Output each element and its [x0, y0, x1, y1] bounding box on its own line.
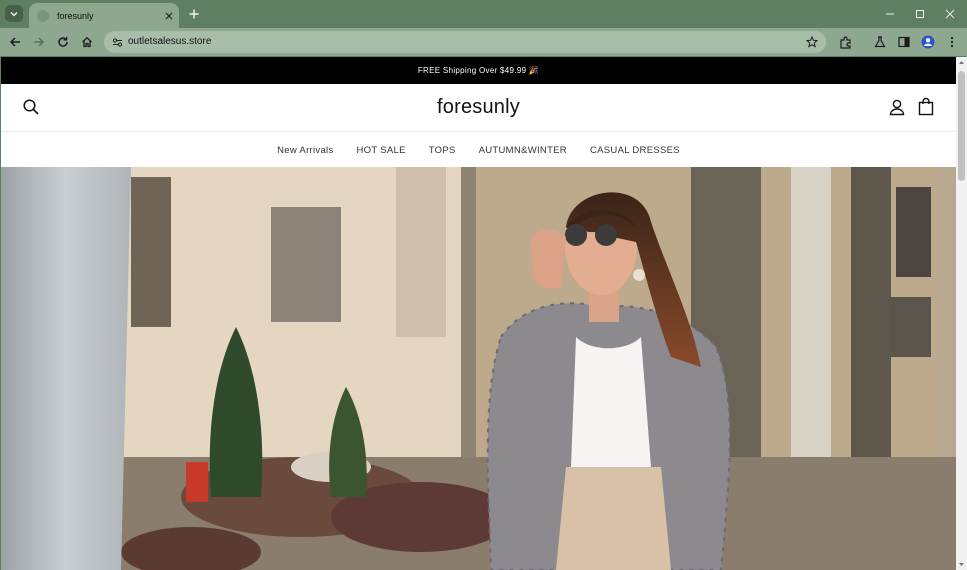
- window-close-button[interactable]: [942, 6, 958, 22]
- address-bar[interactable]: outletsalesus.store: [104, 31, 826, 53]
- nav-item-tops[interactable]: TOPS: [429, 145, 456, 156]
- announcement-bar: FREE Shipping Over $49.99 🎉: [1, 57, 956, 84]
- hero-banner[interactable]: [1, 167, 956, 570]
- scroll-down-icon[interactable]: [958, 561, 965, 568]
- side-panel-button[interactable]: [895, 33, 913, 51]
- tab-title: foresunly: [57, 10, 94, 21]
- favicon-icon: [37, 9, 49, 22]
- extensions-button[interactable]: [836, 33, 854, 51]
- main-nav: New Arrivals HOT SALE TOPS AUTUMN&WINTER…: [1, 133, 956, 167]
- minimize-button[interactable]: [882, 6, 898, 22]
- forward-button[interactable]: [30, 33, 48, 51]
- maximize-icon: [916, 10, 924, 18]
- forward-icon: [34, 37, 45, 47]
- browser-menu-button[interactable]: [943, 33, 961, 51]
- profile-button[interactable]: [919, 33, 937, 51]
- tab-search-icon: [10, 11, 18, 17]
- scrollbar-thumb[interactable]: [958, 71, 965, 181]
- nav-item-hot-sale[interactable]: HOT SALE: [357, 145, 406, 156]
- account-icon[interactable]: [888, 98, 906, 116]
- scroll-up-icon[interactable]: [958, 59, 965, 66]
- site-info-icon: [112, 37, 122, 47]
- home-icon: [82, 36, 92, 48]
- nav-item-casual-dresses[interactable]: CASUAL DRESSES: [590, 145, 680, 156]
- site-logo[interactable]: foresunly: [1, 96, 956, 119]
- reload-button[interactable]: [54, 33, 72, 51]
- minimize-icon: [886, 13, 894, 15]
- menu-icon: [950, 36, 954, 48]
- close-icon: [165, 12, 173, 19]
- labs-icon: [874, 36, 886, 48]
- browser-tab[interactable]: foresunly: [29, 3, 179, 28]
- browser-toolbar: outletsalesus.store: [0, 28, 967, 56]
- site-header: foresunly: [1, 84, 956, 132]
- star-icon: [806, 36, 818, 48]
- nav-item-new-arrivals[interactable]: New Arrivals: [277, 145, 333, 156]
- home-button[interactable]: [78, 33, 96, 51]
- side-panel-icon: [898, 36, 910, 48]
- tab-close-button[interactable]: [161, 8, 177, 24]
- profile-icon: [921, 35, 935, 49]
- page-scrollbar[interactable]: [956, 57, 967, 570]
- back-icon: [9, 37, 20, 47]
- hero-image: [1, 167, 956, 570]
- page-viewport: FREE Shipping Over $49.99 🎉 foresunly Ne…: [1, 57, 956, 570]
- new-tab-button[interactable]: [186, 6, 202, 22]
- labs-button[interactable]: [871, 33, 889, 51]
- announcement-text: FREE Shipping Over $49.99 🎉: [417, 66, 540, 75]
- nav-item-autumn-winter[interactable]: AUTUMN&WINTER: [479, 145, 567, 156]
- plus-icon: [189, 9, 199, 19]
- extensions-icon: [839, 35, 851, 49]
- url-text: outletsalesus.store: [128, 36, 212, 47]
- window-close-icon: [945, 9, 955, 19]
- maximize-button[interactable]: [912, 6, 928, 22]
- back-button[interactable]: [6, 33, 24, 51]
- cart-icon[interactable]: [917, 97, 935, 116]
- bookmark-button[interactable]: [804, 34, 820, 50]
- tab-search-button[interactable]: [5, 5, 23, 22]
- site-info-button[interactable]: [110, 35, 124, 49]
- browser-window: foresunly outletsalesus.store FREE Shipp…: [0, 0, 967, 570]
- reload-icon: [58, 36, 68, 47]
- tab-strip: foresunly: [0, 0, 967, 28]
